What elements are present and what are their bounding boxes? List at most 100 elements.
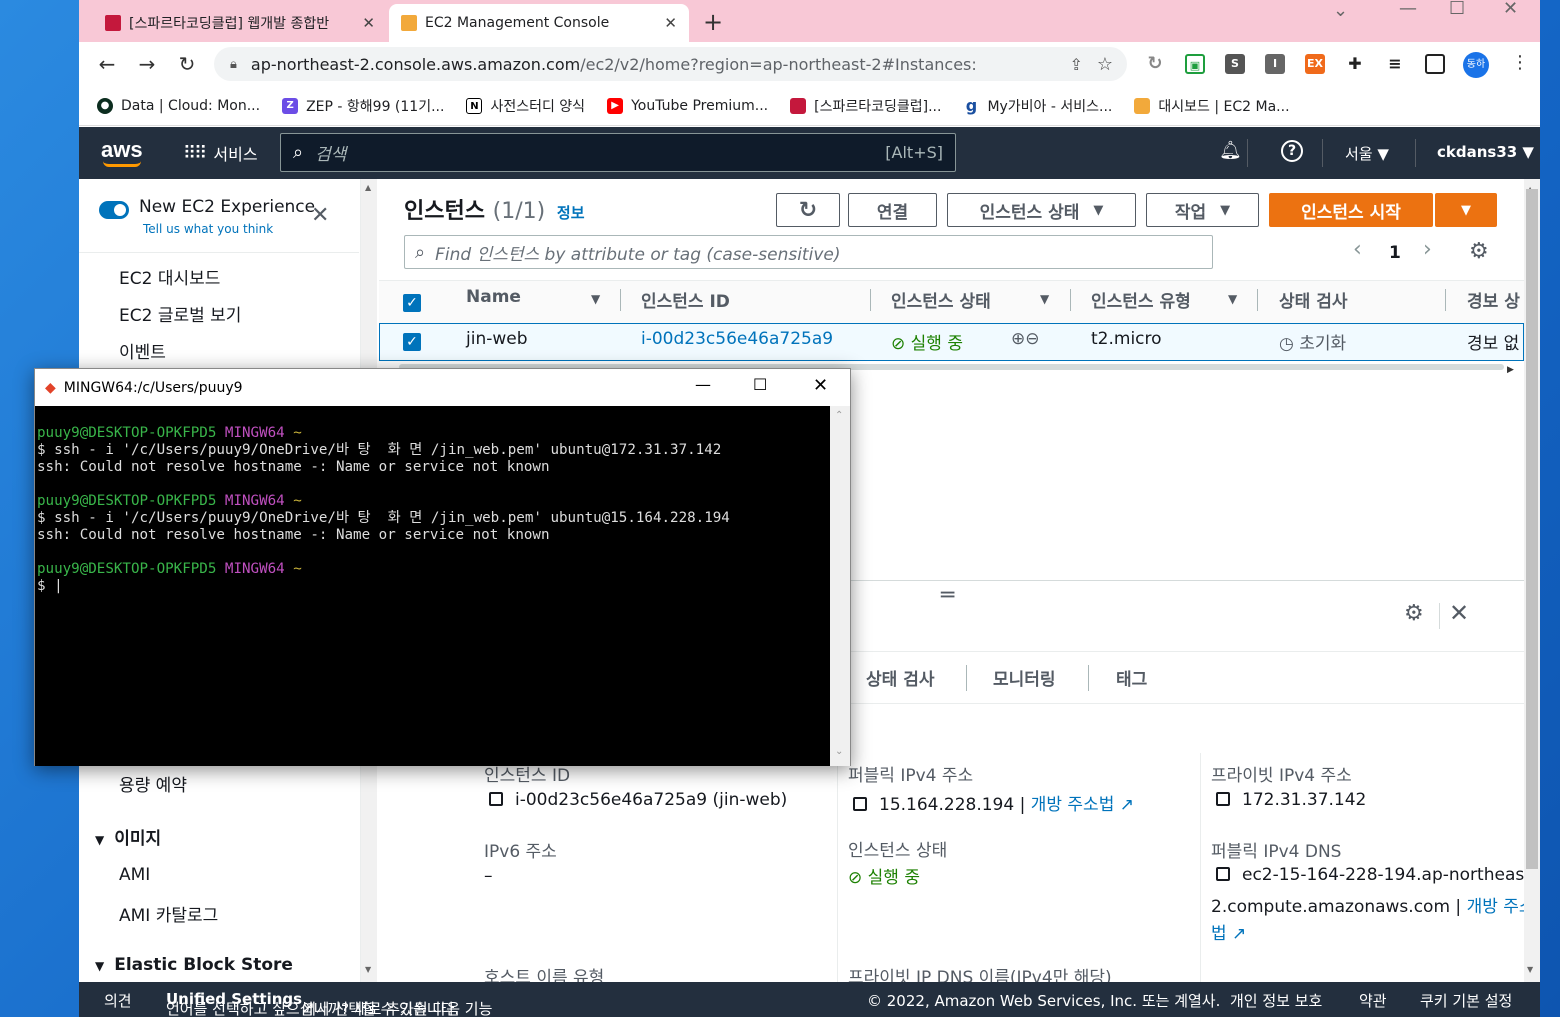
s-extension-icon[interactable]: S xyxy=(1225,54,1245,74)
star-icon[interactable]: ☆ xyxy=(1097,54,1113,75)
reload-icon[interactable]: ↻ xyxy=(175,52,199,76)
bookmark-item[interactable]: Z ZEP - 항해99 (11기... xyxy=(282,96,444,116)
chevron-down-icon[interactable]: ⌄ xyxy=(1333,0,1348,21)
share-icon[interactable]: ⇪ xyxy=(1069,55,1082,74)
forward-icon[interactable]: → xyxy=(135,52,159,76)
playlist-icon[interactable]: ≡ xyxy=(1385,54,1405,74)
maximize-icon[interactable]: ☐ xyxy=(753,375,767,394)
sidebar-section-ebs[interactable]: ▼ Elastic Block Store xyxy=(95,955,293,975)
aws-search-input[interactable]: ⌕ 검색 [Alt+S] xyxy=(280,133,956,172)
aws-logo[interactable]: aws xyxy=(101,137,143,163)
sort-caret-icon[interactable]: ▼ xyxy=(1040,292,1049,306)
sort-caret-icon[interactable]: ▼ xyxy=(1228,292,1237,306)
i-extension-icon[interactable]: I xyxy=(1265,54,1285,74)
maximize-icon[interactable]: ☐ xyxy=(1449,0,1465,19)
column-header-status-check[interactable]: 상태 검사 xyxy=(1279,287,1347,312)
copy-icon[interactable] xyxy=(489,792,503,806)
external-link-icon[interactable]: ↗ xyxy=(1232,924,1246,944)
sidebar-item-dashboard[interactable]: EC2 대시보드 xyxy=(119,264,220,289)
minimize-icon[interactable]: — xyxy=(1399,0,1417,19)
open-address-link[interactable]: 개방 주소법 xyxy=(1031,795,1115,815)
zoom-icons[interactable]: ⊕⊖ xyxy=(1011,329,1040,349)
instance-state-button[interactable]: 인스턴스 상태 ▼ xyxy=(947,193,1136,227)
column-header-instance-state[interactable]: 인스턴스 상태 xyxy=(891,287,991,312)
select-all-checkbox[interactable]: ✓ xyxy=(403,294,421,312)
tab-ec2[interactable]: EC2 Management Console ✕ xyxy=(389,4,689,42)
close-icon[interactable]: ✕ xyxy=(311,203,329,228)
cookie-preferences-link[interactable]: 쿠키 기본 설정 xyxy=(1420,990,1512,1011)
bookmark-item[interactable]: ● Data | Cloud: Mon... xyxy=(97,97,260,114)
copy-icon[interactable] xyxy=(853,797,867,811)
sidebar-item-ami-catalog[interactable]: AMI 카탈로그 xyxy=(119,901,218,926)
row-checkbox[interactable]: ✓ xyxy=(403,333,421,351)
column-header-instance-id[interactable]: 인스턴스 ID xyxy=(641,287,730,312)
close-window-icon[interactable]: ✕ xyxy=(813,375,828,396)
help-icon[interactable]: ? xyxy=(1281,140,1303,162)
feedback-link[interactable]: 의견 xyxy=(104,990,132,1011)
bookmark-item[interactable]: ▶ YouTube Premium... xyxy=(607,97,768,114)
terminal-window[interactable]: ◆ MINGW64:/c/Users/puuy9 — ☐ ✕ puuy9@DES… xyxy=(34,368,851,766)
chevron-right-icon[interactable]: › xyxy=(1423,237,1432,262)
terminal-scrollbar[interactable]: ⌃ ⌄ xyxy=(830,406,850,766)
refresh-extension-icon[interactable]: ↻ xyxy=(1145,54,1165,74)
screen-extension-icon[interactable]: ▣ xyxy=(1185,54,1205,74)
actions-button[interactable]: 작업 ▼ xyxy=(1146,193,1259,227)
close-tab-icon[interactable]: ✕ xyxy=(664,14,677,32)
copy-icon[interactable] xyxy=(1216,792,1230,806)
back-icon[interactable]: ← xyxy=(95,52,119,76)
sidebar-section-images[interactable]: ▼ 이미지 xyxy=(95,824,161,849)
new-tab-button[interactable]: + xyxy=(703,8,723,36)
gear-icon[interactable]: ⚙ xyxy=(1469,239,1489,264)
instance-search-input[interactable]: ⌕ Find 인스턴스 by attribute or tag (case-se… xyxy=(404,235,1213,269)
terminal-output[interactable]: puuy9@DESKTOP-OPKFPD5 MINGW64 ~ $ ssh - i… xyxy=(35,406,830,766)
gear-icon[interactable]: ⚙ xyxy=(1404,601,1424,626)
zoom-in-icon[interactable]: ⊕ xyxy=(1011,329,1025,349)
page-number[interactable]: 1 xyxy=(1389,243,1401,263)
main-scrollbar[interactable]: ▲ ▼ xyxy=(1524,179,1540,982)
sidebar-item-capacity-reservations[interactable]: 용량 예약 xyxy=(119,771,187,796)
sidepanel-icon[interactable] xyxy=(1425,54,1445,74)
bookmark-item[interactable]: g My가비아 - 서비스... xyxy=(963,96,1112,116)
cell-instance-id-link[interactable]: i-00d23c56e46a725a9 xyxy=(641,329,833,349)
close-window-icon[interactable]: ✕ xyxy=(1503,0,1518,19)
tab-status-checks[interactable]: 상태 검사 xyxy=(866,665,934,690)
sidebar-item-ami[interactable]: AMI xyxy=(119,865,150,885)
account-menu[interactable]: ckdans33 ▼ xyxy=(1437,143,1534,161)
copy-icon[interactable] xyxy=(1216,867,1230,881)
launch-dropdown-button[interactable]: ▼ xyxy=(1435,193,1497,227)
close-icon[interactable]: ✕ xyxy=(1449,599,1469,627)
bell-icon[interactable]: 🔔︎ xyxy=(1219,140,1242,161)
connect-button[interactable]: 연결 xyxy=(848,193,937,227)
services-menu-button[interactable]: ⠿⠿ 서비스 xyxy=(183,141,258,165)
ex-extension-icon[interactable]: EX xyxy=(1305,54,1325,74)
new-experience-toggle[interactable] xyxy=(99,201,129,219)
privacy-link[interactable]: 개인 정보 보호 xyxy=(1230,990,1322,1011)
bookmark-item[interactable]: N 사전스터디 양식 xyxy=(466,96,585,116)
tab-sparta[interactable]: [스파르타코딩클럽] 웹개발 종합반 ✕ xyxy=(93,4,387,42)
profile-avatar[interactable]: 동하 xyxy=(1463,52,1489,78)
terminal-titlebar[interactable]: ◆ MINGW64:/c/Users/puuy9 — ☐ ✕ xyxy=(35,369,850,406)
bookmark-item[interactable]: [스파르타코딩클럽]... xyxy=(790,96,941,116)
column-header-instance-type[interactable]: 인스턴스 유형 xyxy=(1091,287,1191,312)
terms-link[interactable]: 약관 xyxy=(1359,990,1387,1011)
bookmark-item[interactable]: 대시보드 | EC2 Ma... xyxy=(1134,96,1290,116)
column-header-alarm-status[interactable]: 경보 상 xyxy=(1467,287,1520,312)
launch-instance-button[interactable]: 인스턴스 시작 xyxy=(1269,193,1433,227)
puzzle-icon[interactable]: ✚ xyxy=(1345,54,1365,74)
minimize-icon[interactable]: — xyxy=(695,375,711,394)
sidebar-item-events[interactable]: 이벤트 xyxy=(119,338,166,363)
info-link[interactable]: 정보 xyxy=(557,204,585,222)
external-link-icon[interactable]: ↗ xyxy=(1120,795,1134,815)
address-bar[interactable]: 🔒︎ ap-northeast-2.console.aws.amazon.com… xyxy=(214,47,1127,81)
kebab-menu-icon[interactable]: ⋮ xyxy=(1511,52,1529,73)
resize-handle-icon[interactable]: ═ xyxy=(941,583,954,608)
tab-monitoring[interactable]: 모니터링 xyxy=(993,665,1056,690)
column-header-name[interactable]: Name xyxy=(466,287,521,307)
region-selector[interactable]: 서울 ▼ xyxy=(1345,143,1389,164)
sort-caret-icon[interactable]: ▼ xyxy=(591,292,600,306)
chevron-left-icon[interactable]: ‹ xyxy=(1353,237,1362,262)
refresh-button[interactable]: ↻ xyxy=(776,193,840,227)
sidebar-item-global-view[interactable]: EC2 글로벌 보기 xyxy=(119,301,241,326)
feedback-link[interactable]: Tell us what you think xyxy=(143,222,273,236)
zoom-out-icon[interactable]: ⊖ xyxy=(1025,329,1039,349)
